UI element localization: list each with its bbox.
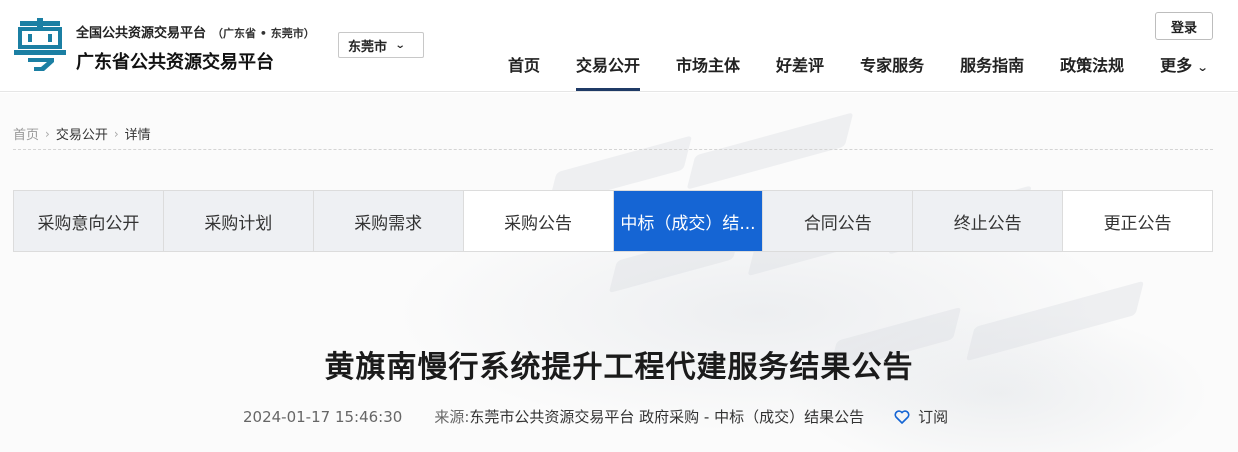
tab-label: 采购计划	[204, 213, 273, 234]
tab-label: 采购意向公开	[37, 213, 140, 234]
source-text: 东莞市公共资源交易平台 政府采购 - 中标（成交）结果公告	[469, 408, 865, 426]
nav-label: 交易公开	[576, 56, 641, 75]
breadcrumb-current: 详情	[124, 128, 151, 143]
nav-label: 好差评	[776, 56, 825, 75]
nav-label: 服务指南	[960, 56, 1025, 75]
nav-item-expert-service[interactable]: 专家服务	[842, 46, 942, 92]
tab-procurement-intent[interactable]: 采购意向公开	[14, 191, 164, 251]
tab-procurement-demand[interactable]: 采购需求	[313, 191, 464, 251]
breadcrumb: 首页 › 交易公开 › 详情	[13, 124, 151, 144]
tab-correction-notice[interactable]: 更正公告	[1063, 191, 1212, 251]
divider	[13, 149, 1213, 150]
tab-label: 合同公告	[803, 213, 872, 234]
nav-item-more[interactable]: 更多 ⌄	[1142, 46, 1225, 92]
subscribe-button[interactable]: 订阅	[894, 406, 948, 427]
tab-award-result[interactable]: 中标（成交）结...	[613, 191, 764, 251]
notice-type-tabs: 采购意向公开 采购计划 采购需求 采购公告 中标（成交）结... 合同公告 终止…	[13, 190, 1213, 252]
nav-label: 政策法规	[1060, 56, 1125, 75]
tab-label: 采购需求	[354, 213, 423, 234]
yue-character-logo[interactable]	[14, 18, 66, 72]
article-title: 黄旗南慢行系统提升工程代建服务结果公告	[324, 350, 914, 385]
heart-icon	[894, 409, 910, 424]
platform-name-text: 全国公共资源交易平台	[76, 26, 207, 41]
main-nav: 首页 交易公开 市场主体 好差评 专家服务 服务指南 政策法规 更多 ⌄	[490, 46, 1225, 92]
city-select-value: 东莞市	[348, 39, 388, 55]
city-select[interactable]: 东莞市 ⌄	[338, 32, 424, 58]
chevron-down-icon: ⌄	[394, 39, 406, 51]
tab-label: 终止公告	[953, 213, 1022, 234]
publish-date: 2024-01-17 15:46:30	[243, 407, 403, 426]
nav-item-home[interactable]: 首页	[490, 46, 558, 92]
breadcrumb-home[interactable]: 首页	[13, 124, 39, 143]
nav-item-policy[interactable]: 政策法规	[1042, 46, 1142, 92]
site-header: 全国公共资源交易平台 （广东省 • 东莞市） 广东省公共资源交易平台 东莞市 ⌄ …	[0, 0, 1238, 92]
site-title[interactable]: 广东省公共资源交易平台	[76, 48, 274, 74]
chevron-down-icon: ⌄	[1196, 61, 1209, 74]
login-button[interactable]: 登录	[1155, 12, 1213, 40]
tab-procurement-notice[interactable]: 采购公告	[463, 191, 614, 251]
breadcrumb-separator-icon: ›	[45, 126, 50, 141]
nav-item-trading[interactable]: 交易公开	[558, 46, 658, 92]
source-label: 来源:	[434, 408, 470, 426]
nav-label: 首页	[508, 56, 541, 75]
tab-termination-notice[interactable]: 终止公告	[913, 191, 1064, 251]
breadcrumb-trading[interactable]: 交易公开	[56, 124, 108, 143]
nav-item-rating[interactable]: 好差评	[758, 46, 842, 92]
nav-item-service-guide[interactable]: 服务指南	[942, 46, 1042, 92]
article-meta: 2024-01-17 15:46:30 来源: 东莞市公共资源交易平台 政府采购…	[243, 406, 948, 427]
platform-name: 全国公共资源交易平台 （广东省 • 东莞市）	[76, 22, 315, 41]
background-keyboard-image	[0, 93, 1238, 452]
tab-contract-notice[interactable]: 合同公告	[763, 191, 914, 251]
breadcrumb-separator-icon: ›	[113, 126, 119, 141]
nav-label: 市场主体	[676, 56, 741, 75]
nav-item-market-entities[interactable]: 市场主体	[658, 46, 758, 92]
tab-procurement-plan[interactable]: 采购计划	[163, 191, 314, 251]
tab-label: 更正公告	[1103, 213, 1172, 234]
nav-label: 更多	[1160, 56, 1193, 75]
subscribe-label: 订阅	[918, 408, 949, 426]
tab-label: 中标（成交）结...	[620, 213, 756, 234]
nav-label: 专家服务	[860, 56, 925, 75]
tab-label: 采购公告	[504, 213, 573, 234]
region-label: （广东省 • 东莞市）	[212, 27, 315, 40]
